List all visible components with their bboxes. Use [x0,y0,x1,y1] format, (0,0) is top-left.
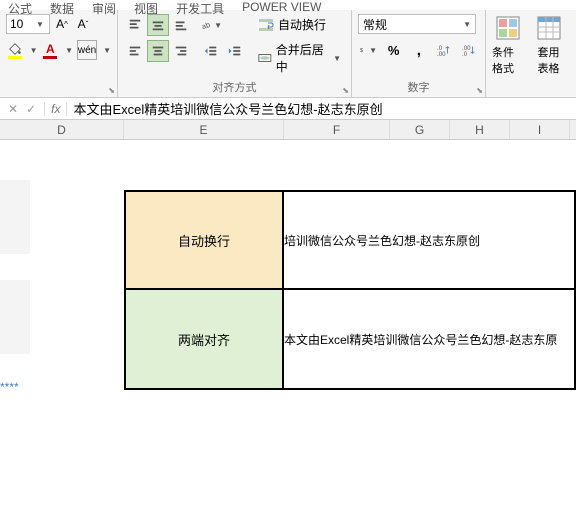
align-left-icon [128,44,142,58]
cell-value: 本文由Excel精英培训微信公众号兰色幻想-赵志东原 [284,331,557,348]
formula-bar: ✕ ✓ fx [0,98,576,120]
increase-decimal-icon: .0.00 [437,43,451,57]
number-format-value: 常规 [363,16,387,33]
confirm-icon[interactable]: ✓ [26,102,36,116]
cell-E-wrap[interactable]: 自动换行 [124,190,284,290]
increase-indent-icon [228,44,242,58]
cell-F-wrap[interactable]: 培训微信公众号兰色幻想-赵志东原创 [284,190,576,290]
align-bottom-icon [174,18,188,32]
align-center-icon [151,44,165,58]
dialog-launcher-icon[interactable]: ⬊ [342,86,349,95]
cell-E-justify[interactable]: 两端对齐 [124,290,284,390]
alignment-group: ab▼ 自动换行 [118,10,352,97]
decrease-indent-icon [204,44,218,58]
merge-icon [258,50,272,66]
phonetic-button[interactable]: wén [77,40,97,60]
chevron-down-icon[interactable]: ▼ [103,46,111,55]
align-middle-icon [151,18,165,32]
chevron-down-icon[interactable]: ▼ [333,54,341,63]
merge-center-button[interactable]: 合并后居中 ▼ [254,39,345,77]
col-header-F[interactable]: F [284,120,390,139]
cancel-icon[interactable]: ✕ [8,102,18,116]
col-header-E[interactable]: E [124,120,284,139]
strip-box [0,180,30,254]
formula-input[interactable] [67,101,576,116]
chevron-down-icon[interactable]: ▼ [65,46,73,55]
col-header-G[interactable]: G [390,120,450,139]
wrap-text-icon [258,17,274,33]
fx-label[interactable]: fx [44,102,67,116]
number-group: 常规 ▼ $▼ % , .0.00 .00.0 数字 ⬊ [352,10,486,97]
ribbon-tabs: 公式 数据 审阅 视图 开发工具 POWER VIEW [0,0,576,10]
align-center-button[interactable] [147,40,169,62]
orientation-button[interactable]: ab▼ [200,14,222,36]
merge-center-label: 合并后居中 [276,41,327,75]
align-top-icon [128,18,142,32]
align-bottom-button[interactable] [170,14,192,36]
chevron-down-icon[interactable]: ▼ [36,20,44,29]
decrease-indent-button[interactable] [200,40,222,62]
styles-group: 条件格式 套用 表格 [486,10,570,97]
conditional-format-icon [494,14,522,42]
column-headers: D E F G H I [0,120,576,140]
accounting-format-button[interactable]: $▼ [358,40,378,60]
comma-button[interactable]: , [409,40,428,60]
col-header-D[interactable]: D [0,120,124,139]
strip-box [0,280,30,354]
percent-button[interactable]: % [384,40,403,60]
dialog-launcher-icon[interactable]: ⬊ [476,86,483,95]
table-format-label: 套用 表格 [538,44,560,76]
font-size-input[interactable]: ▼ [6,14,50,34]
wrap-text-button[interactable]: 自动换行 [254,14,345,35]
table-format-button[interactable]: 套用 表格 [533,14,564,76]
wrap-text-label: 自动换行 [278,16,326,33]
cell-value: 自动换行 [178,231,230,250]
svg-text:.0: .0 [462,51,468,57]
strip-stars: **** [0,380,32,394]
conditional-format-label: 条件格式 [492,44,523,76]
align-left-button[interactable] [124,40,146,62]
svg-text:ab: ab [200,20,211,31]
worksheet-area[interactable]: **** 自动换行 培训微信公众号兰色幻想-赵志东原创 两端对齐 本文由Exce… [0,140,576,506]
alignment-group-label: 对齐方式 [124,77,345,95]
table-format-icon [535,14,563,42]
number-group-label: 数字 [358,77,479,95]
cell-value: 两端对齐 [178,330,230,349]
col-header-H[interactable]: H [450,120,510,139]
cell-F-justify[interactable]: 本文由Excel精英培训微信公众号兰色幻想-赵志东原 [284,290,576,390]
number-format-dropdown[interactable]: 常规 ▼ [358,14,476,34]
decrease-decimal-icon: .00.0 [462,43,476,57]
currency-icon: $ [359,43,367,57]
cell-value: 培训微信公众号兰色幻想-赵志东原创 [284,232,480,249]
align-right-icon [174,44,188,58]
col-header-I[interactable]: I [510,120,570,139]
fill-color-button[interactable] [6,40,24,60]
increase-font-button[interactable]: A^ [53,15,71,33]
bucket-icon [8,42,22,56]
increase-indent-button[interactable] [224,40,246,62]
orientation-icon: ab [200,18,212,32]
decrease-decimal-button[interactable]: .00.0 [460,40,479,60]
increase-decimal-button[interactable]: .0.00 [435,40,454,60]
dialog-launcher-icon[interactable]: ⬊ [108,86,115,95]
font-group-label [6,93,111,95]
font-color-button[interactable]: A [42,40,60,60]
font-size-value[interactable] [10,17,34,31]
chevron-down-icon[interactable]: ▼ [30,46,38,55]
left-strip: **** [0,180,32,394]
font-group: ▼ A^ Aˇ ▼ A ▼ wén ▼ ⬊ [0,10,118,97]
chevron-down-icon: ▼ [463,20,471,29]
conditional-format-button[interactable]: 条件格式 [492,14,523,76]
align-top-button[interactable] [124,14,146,36]
ribbon: ▼ A^ Aˇ ▼ A ▼ wén ▼ ⬊ [0,10,576,98]
decrease-font-button[interactable]: Aˇ [74,15,92,33]
align-right-button[interactable] [170,40,192,62]
align-middle-button[interactable] [147,14,169,36]
svg-text:$: $ [360,48,363,54]
svg-text:.00: .00 [437,51,446,57]
